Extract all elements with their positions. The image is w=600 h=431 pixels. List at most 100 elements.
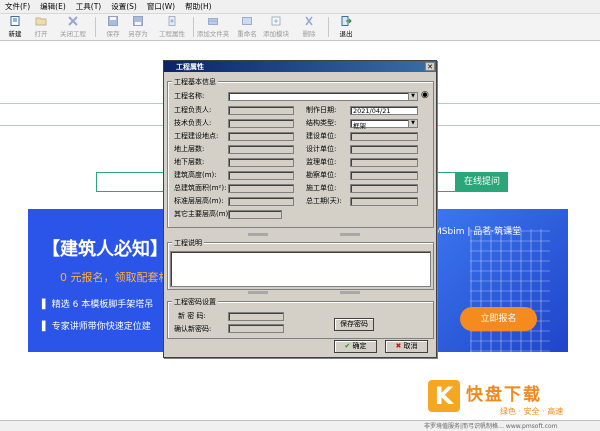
field-label: 地上层数: — [174, 145, 205, 153]
add-folder-button[interactable]: 添加文件夹 — [194, 15, 232, 39]
menu-window[interactable]: 窗口(W) — [142, 1, 180, 12]
field-label: 勘察单位: — [306, 171, 337, 179]
banner-line: ▌ 精选 6 本模板脚手架塔吊 — [42, 300, 154, 310]
project-name-input[interactable]: ▼ — [228, 92, 418, 101]
field-label: 其它主要层高(m): — [174, 210, 231, 218]
field-label: 技术负责人: — [174, 119, 212, 127]
project-name-label: 工程名称: — [174, 92, 205, 100]
project-properties-icon — [168, 16, 176, 26]
field-label: 建设单位: — [306, 132, 337, 140]
menu-edit[interactable]: 编辑(E) — [35, 1, 71, 12]
date-value: 2021/04/21 — [353, 107, 391, 115]
ok-label: 确定 — [352, 342, 367, 350]
field-label: 总工期(天): — [306, 197, 342, 205]
menu-help[interactable]: 帮助(H) — [180, 1, 217, 12]
ask-online-button[interactable]: 在线提问 — [456, 172, 508, 192]
save-icon — [108, 16, 118, 26]
floors-above-input[interactable] — [228, 145, 294, 154]
field-label: 标准层层高(m): — [174, 197, 224, 205]
save-password-button[interactable]: 保存密码 — [334, 318, 374, 331]
project-manager-input[interactable] — [228, 106, 294, 115]
delete-icon — [305, 16, 313, 26]
splitter-handle[interactable] — [248, 233, 268, 236]
signup-button[interactable]: 立即报名 — [460, 307, 537, 331]
exit-label: 退出 — [339, 30, 353, 38]
ok-button[interactable]: ✔ 确定 — [334, 340, 377, 353]
save-as-label: 另存为 — [128, 30, 148, 38]
structure-type-select[interactable]: 框架 ▼ — [350, 119, 418, 130]
developer-input[interactable] — [350, 132, 418, 141]
rename-label: 重命名 — [237, 30, 257, 38]
new-password-input[interactable] — [228, 312, 284, 321]
menu-settings[interactable]: 设置(S) — [106, 1, 142, 12]
confirm-password-input[interactable] — [228, 324, 284, 333]
building-height-input[interactable] — [228, 171, 294, 180]
group-caption: 工程基本信息 — [172, 77, 218, 87]
cancel-button[interactable]: ✖ 取消 — [385, 340, 428, 353]
watermark-subtitle: 绿色 · 安全 · 高速 — [500, 407, 564, 416]
menu-tools[interactable]: 工具(T) — [71, 1, 106, 12]
supervisor-input[interactable] — [350, 158, 418, 167]
project-properties-button[interactable]: 工程属性 — [155, 15, 189, 39]
tech-manager-input[interactable] — [228, 119, 294, 128]
contractor-input[interactable] — [350, 184, 418, 193]
cancel-x-icon: ✖ — [395, 342, 402, 350]
field-label: 总建筑面积(m²): — [174, 184, 227, 192]
watermark-title: 快盘下载 — [466, 385, 542, 405]
site-location-input[interactable] — [228, 132, 294, 141]
banner-brand: MSbim | 品茗·筑课堂 — [434, 227, 522, 237]
add-folder-label: 添加文件夹 — [196, 30, 230, 38]
field-label: 建筑高度(m): — [174, 171, 217, 179]
field-label: 工程负责人: — [174, 106, 212, 114]
total-area-input[interactable] — [228, 184, 294, 193]
chevron-down-icon[interactable]: ▼ — [408, 120, 417, 127]
banner-title: 【建筑人必知】 — [42, 239, 168, 260]
structure-value: 框架 — [353, 122, 366, 130]
close-icon[interactable]: ✕ — [425, 62, 435, 71]
close-project-label: 关闭工程 — [60, 30, 86, 38]
toolbar-separator — [95, 17, 96, 37]
close-project-button[interactable]: 关闭工程 — [56, 15, 90, 39]
dialog-title: 工程属性 — [176, 63, 204, 71]
toolbar: 新建 打开 关闭工程 保存 另存为 工程属性 添加文件夹 重命名 添加模块 删除 — [0, 14, 600, 41]
field-label: 制作日期: — [306, 106, 337, 114]
splitter-handle[interactable] — [340, 291, 360, 294]
add-module-button[interactable]: 添加模块 — [260, 15, 292, 39]
dialog-titlebar[interactable]: 工程属性 ✕ — [164, 61, 436, 72]
delete-button[interactable]: 删除 — [294, 15, 324, 39]
add-module-label: 添加模块 — [263, 30, 289, 38]
description-textarea[interactable] — [170, 251, 431, 287]
save-as-button[interactable]: 另存为 — [123, 15, 153, 39]
cancel-label: 取消 — [403, 342, 418, 350]
exit-button[interactable]: 退出 — [331, 15, 361, 39]
add-folder-icon — [208, 18, 218, 25]
open-label: 打开 — [34, 30, 48, 38]
floors-below-input[interactable] — [228, 158, 294, 167]
standard-floor-height-input[interactable] — [228, 197, 294, 206]
total-duration-input[interactable] — [350, 197, 418, 206]
survey-unit-input[interactable] — [350, 171, 418, 180]
toolbar-separator — [328, 17, 329, 37]
globe-icon[interactable]: ◉ — [421, 90, 429, 100]
group-caption: 工程密码设置 — [172, 297, 218, 307]
project-properties-dialog: 工程属性 ✕ 工程基本信息 工程名称: ▼ ◉ 工程负责人: 技术负责人: 工程… — [163, 60, 437, 358]
rename-icon — [242, 17, 252, 25]
new-file-icon — [10, 16, 20, 26]
password-confirm-label: 确认新密码: — [174, 325, 212, 333]
rename-button[interactable]: 重命名 — [232, 15, 262, 39]
new-label: 新建 — [8, 30, 22, 38]
open-button[interactable]: 打开 — [26, 15, 56, 39]
field-label: 结构类型: — [306, 119, 337, 127]
save-label: 保存 — [106, 30, 120, 38]
chevron-down-icon[interactable]: ▼ — [408, 93, 417, 100]
menu-file[interactable]: 文件(F) — [0, 1, 35, 12]
designer-input[interactable] — [350, 145, 418, 154]
field-label: 施工单位: — [306, 184, 337, 192]
splitter-handle[interactable] — [340, 233, 360, 236]
other-floor-height-input[interactable] — [228, 210, 282, 219]
open-folder-icon — [35, 17, 47, 26]
add-module-icon — [271, 16, 281, 26]
menu-bar: 文件(F) 编辑(E) 工具(T) 设置(S) 窗口(W) 帮助(H) — [0, 0, 600, 14]
date-picker[interactable]: 2021/04/21 — [350, 106, 418, 115]
splitter-handle[interactable] — [248, 291, 268, 294]
